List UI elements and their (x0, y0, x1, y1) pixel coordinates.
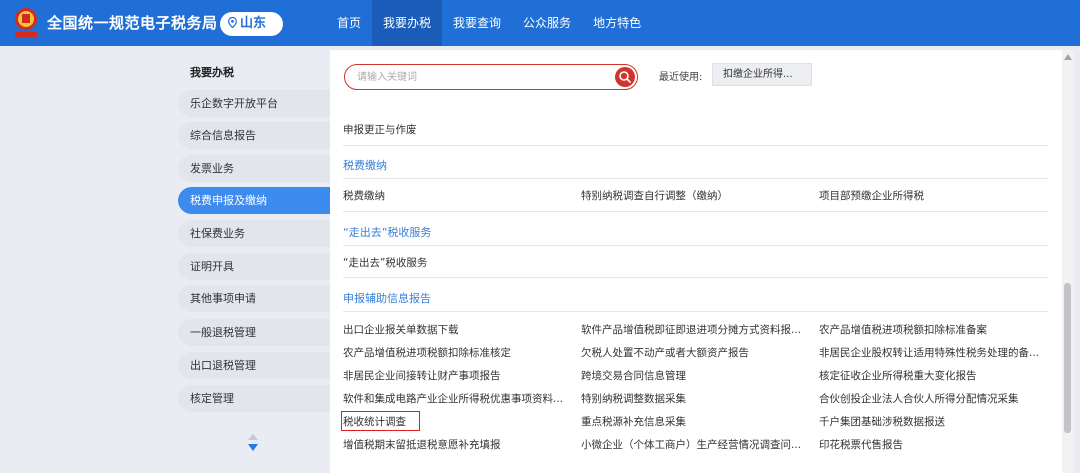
tax-emblem-icon (15, 8, 37, 37)
list-item[interactable]: 农产品增值税进项税额扣除标准核定 (343, 345, 511, 360)
list-item[interactable]: 出口企业报关单数据下载 (343, 322, 459, 337)
section-title: “走出去”税收服务 (343, 226, 432, 239)
recent-item-button[interactable]: 扣缴企业所得... (712, 63, 812, 86)
list-item[interactable]: 农产品增值税进项税额扣除标准备案 (819, 322, 987, 337)
list-item[interactable]: 合伙创投企业法人合伙人所得分配情况采集 (819, 391, 1019, 406)
sidebar-item-info-report[interactable]: 综合信息报告 (178, 122, 330, 149)
sidebar: 我要办税 乐企数字开放平台 综合信息报告 发票业务 税费申报及缴纳 社保费业务 … (178, 56, 330, 473)
list-item[interactable]: 非居民企业股权转让适用特殊性税务处理的备... (819, 345, 1039, 360)
list-item[interactable]: 核定征收企业所得税重大变化报告 (819, 368, 977, 383)
section-divider (343, 245, 1048, 246)
list-item[interactable]: 软件和集成电路产业企业所得税优惠事项资料... (343, 391, 563, 406)
nav-public-service[interactable]: 公众服务 (512, 0, 582, 46)
search-icon (619, 71, 631, 83)
list-item[interactable]: 税费缴纳 (343, 188, 385, 203)
sidebar-scroll-arrows-icon[interactable] (246, 433, 260, 453)
list-item[interactable]: 特别纳税调查自行调整（缴纳） (581, 188, 728, 203)
list-item[interactable]: 非居民企业间接转让财产事项报告 (343, 368, 501, 383)
sidebar-item-social-insurance[interactable]: 社保费业务 (178, 220, 330, 247)
search-box (344, 64, 638, 90)
sidebar-item-leqi-platform[interactable]: 乐企数字开放平台 (178, 90, 330, 117)
scrollbar-thumb[interactable] (1064, 283, 1071, 433)
sidebar-item-other-application[interactable]: 其他事项申请 (178, 285, 330, 312)
list-item[interactable]: 小微企业（个体工商户）生产经营情况调查问... (581, 437, 801, 452)
main-content: 最近使用: 扣缴企业所得... 申报更正与作废 税费缴纳 税费缴纳 特别纳税调查… (330, 50, 1062, 473)
list-item[interactable]: 申报更正与作废 (343, 122, 417, 137)
sidebar-item-export-refund[interactable]: 出口退税管理 (178, 352, 330, 379)
list-item[interactable]: 欠税人处置不动产或者大额资产报告 (581, 345, 749, 360)
list-item[interactable]: 增值税期末留抵退税意愿补充填报 (343, 437, 501, 452)
site-brand[interactable]: 全国统一规范电子税务局 (47, 12, 218, 33)
section-divider (343, 277, 1048, 278)
search-input[interactable] (357, 70, 607, 84)
section-divider (343, 178, 1048, 179)
recent-label: 最近使用: (659, 72, 703, 83)
service-list: 申报更正与作废 税费缴纳 税费缴纳 特别纳税调查自行调整（缴纳） 项目部预缴企业… (330, 100, 1062, 473)
list-item[interactable]: 软件产品增值税即征即退进项分摊方式资料报... (581, 322, 801, 337)
sidebar-title: 我要办税 (190, 66, 234, 79)
list-item[interactable]: 特别纳税调整数据采集 (581, 391, 686, 406)
section-divider (343, 145, 1048, 146)
region-selector[interactable]: 山东 (220, 12, 283, 36)
main-nav: 首页 我要办税 我要查询 公众服务 地方特色 (326, 0, 652, 46)
region-label: 山东 (240, 16, 267, 31)
list-item[interactable]: 千户集团基础涉税数据报送 (819, 414, 945, 429)
list-item[interactable]: 项目部预缴企业所得税 (819, 188, 924, 203)
nav-local-feature[interactable]: 地方特色 (582, 0, 652, 46)
location-pin-icon (228, 16, 237, 28)
list-item[interactable]: 印花税票代售报告 (819, 437, 903, 452)
sidebar-item-verification[interactable]: 核定管理 (178, 385, 330, 412)
nav-tax-handling[interactable]: 我要办税 (372, 0, 443, 46)
section-divider (343, 211, 1048, 212)
list-item[interactable]: 重点税源补充信息采集 (581, 414, 686, 429)
section-title: 税费缴纳 (343, 159, 387, 172)
section-title: 申报辅助信息报告 (343, 292, 431, 305)
sidebar-item-general-refund[interactable]: 一般退税管理 (178, 319, 330, 346)
list-item[interactable]: “走出去”税收服务 (343, 255, 427, 270)
sidebar-item-tax-declaration[interactable]: 税费申报及缴纳 (178, 187, 330, 214)
search-button[interactable] (615, 67, 635, 87)
nav-home[interactable]: 首页 (326, 0, 372, 46)
sidebar-item-invoice[interactable]: 发票业务 (178, 155, 330, 182)
section-divider (343, 311, 1048, 312)
sidebar-item-certificate[interactable]: 证明开具 (178, 253, 330, 280)
scroll-up-arrow-icon[interactable] (1064, 54, 1072, 60)
nav-query[interactable]: 我要查询 (442, 0, 512, 46)
list-item[interactable]: 跨境交易合同信息管理 (581, 368, 686, 383)
top-header: 全国统一规范电子税务局 山东 首页 我要办税 我要查询 公众服务 地方特色 (0, 0, 1080, 46)
highlight-box (341, 411, 420, 431)
